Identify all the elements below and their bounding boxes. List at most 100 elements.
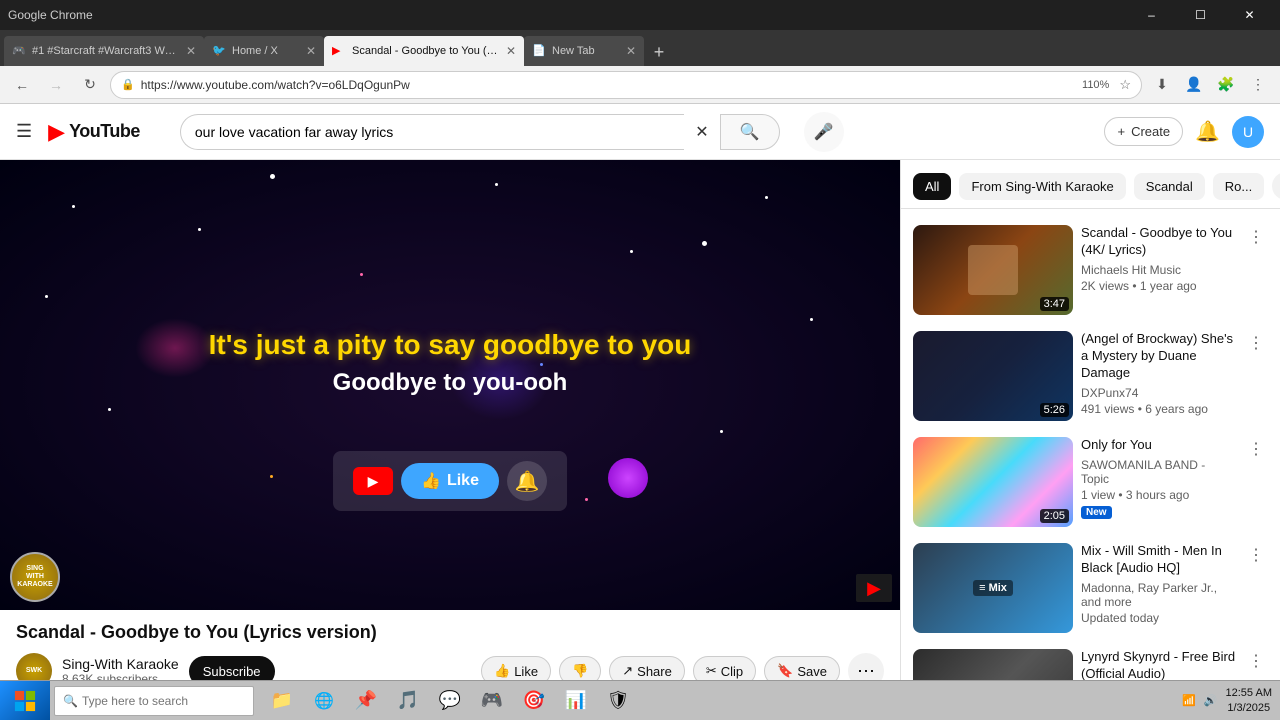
filter-chip-more[interactable]: Ro... (1213, 173, 1264, 200)
filter-next-button[interactable]: › (1272, 172, 1280, 200)
clip-button[interactable]: ✂ Clip (693, 656, 756, 680)
sidebar-video-info: Mix - Will Smith - Men In Black [Audio H… (1081, 543, 1236, 625)
video-area: It's just a pity to say goodbye to you G… (0, 160, 900, 680)
sidebar-video-item[interactable]: 3:47 Scandal - Goodbye to You (4K/ Lyric… (901, 217, 1280, 323)
sidebar-video-item[interactable]: ≡ Mix Mix - Will Smith - Men In Black [A… (901, 535, 1280, 641)
taskbar-app3-icon[interactable]: 💬 (430, 681, 470, 720)
header-right-actions: + Create 🔔 U (1104, 116, 1264, 148)
sidebar-channel-name: Michaels Hit Music (1081, 263, 1236, 277)
youtube-search-input[interactable] (180, 114, 684, 150)
dislike-button[interactable]: 👎 (559, 656, 601, 680)
extensions-icon[interactable]: 🧩 (1212, 71, 1240, 99)
save-button[interactable]: 🔖 Save (764, 656, 840, 680)
sidebar-video-item[interactable]: vevo 9:11 Lynyrd Skynyrd - Free Bird (Of… (901, 641, 1280, 680)
taskbar-file-explorer-icon[interactable]: 📁 (262, 681, 302, 720)
sidebar-video-stats: 1 view • 3 hours ago (1081, 488, 1236, 502)
clip-label: Clip (721, 664, 743, 679)
create-button[interactable]: + Create (1104, 117, 1183, 146)
sidebar-more-options-button[interactable]: ⋮ (1244, 543, 1268, 567)
youtube-logo[interactable]: ▶ YouTube (48, 119, 140, 145)
sidebar-video-item[interactable]: 2:05 Only for You SAWOMANILA BAND - Topi… (901, 429, 1280, 535)
star-particle (720, 430, 723, 433)
more-options-button[interactable]: ⋯ (848, 653, 884, 680)
youtube-end-screen-button[interactable]: ▶ (856, 574, 892, 602)
overlay-bell-icon[interactable]: 🔔 (507, 461, 547, 501)
sidebar-channel-name: DXPunx74 (1081, 386, 1236, 400)
star-particle (765, 196, 768, 199)
close-button[interactable]: ✕ (1227, 0, 1272, 30)
taskbar-app7-icon[interactable]: 🛡 (598, 681, 638, 720)
thumbs-up-icon: 👍 (421, 471, 441, 491)
tab-starcraft[interactable]: 🎮 #1 #Starcraft #Warcraft3 Worl... ✕ (4, 36, 204, 66)
security-lock-icon: 🔒 (121, 78, 135, 91)
bookmark-icon[interactable]: ☆ (1119, 77, 1131, 93)
browser-title: Google Chrome (8, 8, 93, 22)
downloads-icon[interactable]: ⬇ (1148, 71, 1176, 99)
tab-youtube-active[interactable]: ▶ Scandal - Goodbye to You (Lyr... ✕ (324, 36, 524, 66)
taskbar-search-box[interactable]: 🔍 (54, 686, 254, 716)
address-input[interactable] (141, 78, 1072, 92)
reload-button[interactable]: ↻ (76, 71, 104, 99)
overlay-like-button[interactable]: 👍 Like (401, 463, 499, 499)
taskbar-chrome-icon[interactable]: 🌐 (304, 681, 344, 720)
overlay-youtube-icon: ▶ (353, 467, 393, 495)
like-icon: 👍 (494, 663, 510, 679)
start-button[interactable] (0, 681, 50, 720)
user-avatar[interactable]: U (1232, 116, 1264, 148)
profile-icon[interactable]: 👤 (1180, 71, 1208, 99)
back-button[interactable]: ← (8, 71, 36, 99)
sidebar-channel-name: SAWOMANILA BAND - Topic (1081, 458, 1236, 486)
channel-avatar-text: SINGWITHKARAOKE (17, 565, 52, 588)
network-icon[interactable]: 📶 (1182, 694, 1196, 707)
sidebar-video-title: Only for You (1081, 437, 1236, 454)
new-tab-button[interactable]: + (644, 38, 674, 66)
sidebar-more-options-button[interactable]: ⋮ (1244, 437, 1268, 461)
sidebar-more-options-button[interactable]: ⋮ (1244, 649, 1268, 673)
star-particle (108, 408, 111, 411)
taskbar-app-icon[interactable]: 📌 (346, 681, 386, 720)
video-title: Scandal - Goodbye to You (Lyrics version… (16, 622, 884, 643)
sound-icon[interactable]: 🔊 (1204, 694, 1218, 707)
sidebar-channel-name: Madonna, Ray Parker Jr., and more (1081, 581, 1236, 609)
sidebar-more-options-button[interactable]: ⋮ (1244, 225, 1268, 249)
taskbar-app2-icon[interactable]: 🎵 (388, 681, 428, 720)
subscribe-button[interactable]: Subscribe (189, 656, 275, 681)
youtube-logo-icon: ▶ (48, 119, 65, 145)
sidebar-more-options-button[interactable]: ⋮ (1244, 331, 1268, 355)
filter-chip-all[interactable]: All (913, 173, 951, 200)
voice-search-button[interactable]: 🎤 (804, 112, 844, 152)
address-bar-input-wrap[interactable]: 🔒 110% ☆ (110, 71, 1142, 99)
address-bar: ← → ↻ 🔒 110% ☆ ⬇ 👤 🧩 ⋮ (0, 66, 1280, 104)
sidebar-video-item[interactable]: 5:26 (Angel of Brockway) She's a Mystery… (901, 323, 1280, 429)
taskbar-search-input[interactable] (82, 694, 242, 708)
tab-newtab[interactable]: 📄 New Tab ✕ (524, 36, 644, 66)
tab-twitter[interactable]: 🐦 Home / X ✕ (204, 36, 324, 66)
settings-menu-icon[interactable]: ⋮ (1244, 71, 1272, 99)
like-button[interactable]: 👍 Like (481, 656, 551, 680)
save-icon: 🔖 (777, 663, 793, 679)
taskbar-app5-icon[interactable]: 🎯 (514, 681, 554, 720)
channel-details: Sing-With Karaoke 8.63K subscribers (62, 656, 179, 680)
channel-name[interactable]: Sing-With Karaoke (62, 656, 179, 672)
share-button[interactable]: ↗ Share (609, 656, 685, 680)
tab-favicon: 📄 (532, 44, 546, 58)
filter-chip-scandal[interactable]: Scandal (1134, 173, 1205, 200)
tab-close[interactable]: ✕ (506, 44, 516, 58)
menu-hamburger-icon[interactable]: ☰ (16, 121, 32, 142)
taskbar-app6-icon[interactable]: 📊 (556, 681, 596, 720)
tab-close[interactable]: ✕ (626, 44, 636, 58)
tab-label: Scandal - Goodbye to You (Lyr... (352, 45, 500, 57)
tab-close[interactable]: ✕ (186, 44, 196, 58)
maximize-button[interactable]: ☐ (1178, 0, 1223, 30)
like-button-label: Like (514, 664, 538, 679)
video-player[interactable]: It's just a pity to say goodbye to you G… (0, 160, 900, 610)
sidebar-video-thumbnail: ≡ Mix (913, 543, 1073, 633)
search-clear-button[interactable]: ✕ (684, 114, 720, 150)
minimize-button[interactable]: – (1129, 0, 1174, 30)
tab-close[interactable]: ✕ (306, 44, 316, 58)
forward-button[interactable]: → (42, 71, 70, 99)
filter-chip-singwithkaraoke[interactable]: From Sing-With Karaoke (959, 173, 1125, 200)
notifications-bell-icon[interactable]: 🔔 (1195, 119, 1220, 144)
taskbar-app4-icon[interactable]: 🎮 (472, 681, 512, 720)
search-submit-button[interactable]: 🔍 (720, 114, 780, 150)
